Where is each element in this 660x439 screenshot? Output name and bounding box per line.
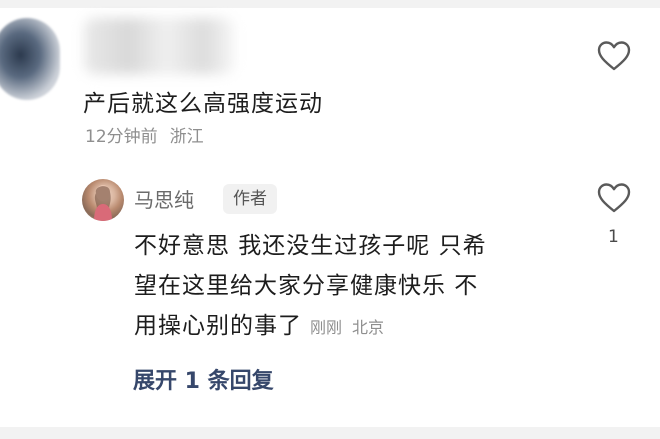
- reply-like-count: 1: [608, 227, 619, 247]
- top-divider: [0, 0, 660, 8]
- reply-author-name[interactable]: 马思纯: [134, 184, 194, 213]
- heart-outline-icon: [597, 41, 631, 71]
- reply-location: 北京: [352, 318, 385, 337]
- comment-text: 产后就这么高强度运动: [83, 91, 323, 117]
- comment-meta: 12分钟前 浙江: [85, 122, 204, 147]
- heart-outline-icon: [597, 183, 631, 213]
- reply-time: 刚刚: [310, 318, 343, 337]
- comment-location: 浙江: [169, 127, 204, 147]
- reply-text-line-3: 用操心别的事了 刚刚 北京: [134, 306, 564, 348]
- reply-author-avatar[interactable]: [82, 179, 124, 221]
- reply-text: 不好意思 我还没生过孩子呢 只希 望在这里给大家分享健康快乐 不 用操心别的事了…: [134, 226, 564, 348]
- author-badge: 作者: [223, 184, 277, 214]
- avatar-figure: [94, 185, 112, 221]
- like-button[interactable]: [597, 40, 631, 72]
- reply-text-line-3-text: 用操心别的事了: [134, 313, 302, 339]
- expand-replies-link[interactable]: 展开 1 条回复: [133, 363, 274, 395]
- commenter-name-redacted: [84, 18, 234, 74]
- comment-time: 12分钟前: [85, 127, 158, 147]
- bottom-divider: [0, 427, 660, 439]
- reply-text-line-2: 望在这里给大家分享健康快乐 不: [134, 273, 479, 299]
- reply-text-line-1: 不好意思 我还没生过孩子呢 只希: [134, 233, 487, 259]
- reply-like-button[interactable]: [597, 182, 631, 214]
- commenter-avatar[interactable]: [0, 18, 60, 100]
